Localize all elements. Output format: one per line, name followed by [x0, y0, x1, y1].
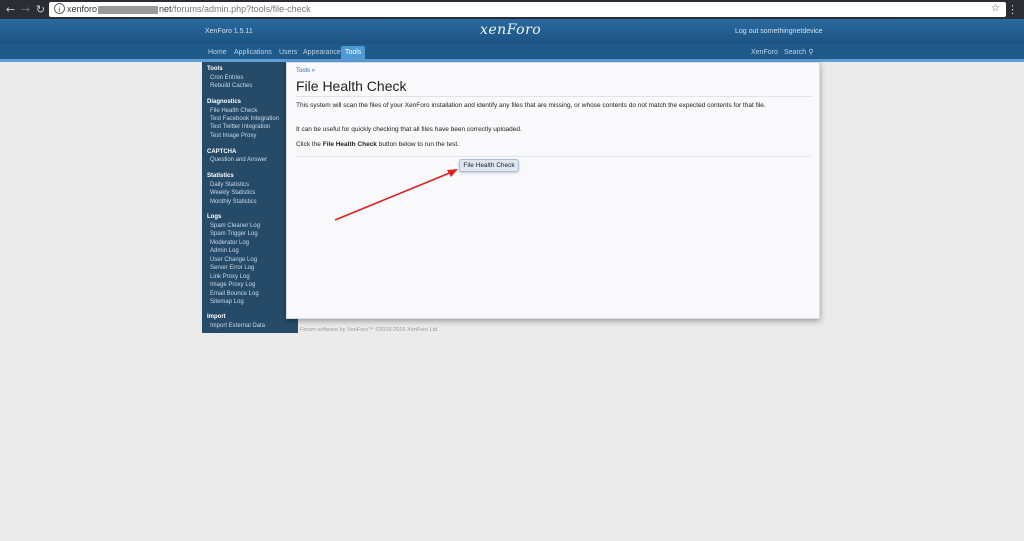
annotation-arrow	[334, 169, 458, 221]
arrow-line	[334, 171, 453, 221]
